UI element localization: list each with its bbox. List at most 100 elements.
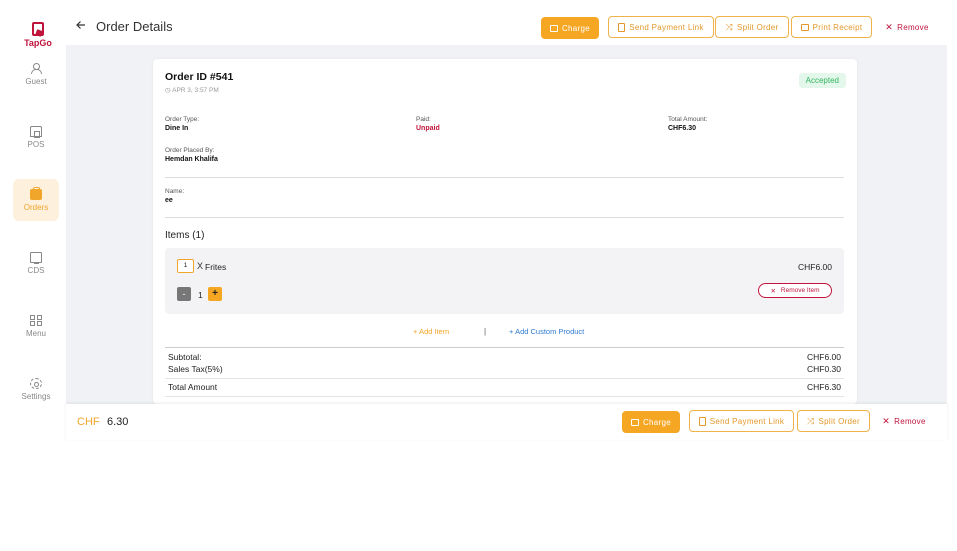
split-order-label: Split Order [818, 416, 861, 426]
monitor-icon [30, 252, 42, 264]
print-receipt-button[interactable]: Print Receipt [791, 16, 872, 38]
grid-icon [30, 315, 42, 326]
total-amount-value: CHF6.30 [668, 125, 697, 132]
store-icon [30, 126, 42, 138]
plus-icon: + [413, 327, 418, 336]
back-arrow-icon[interactable] [76, 20, 86, 30]
sidebar: TapGo Guest POS Orders CDS Menu Settings [0, 0, 66, 404]
send-payment-link-label: Send Payment Link [709, 416, 785, 426]
order-type-field: Order Type: Dine In [165, 116, 199, 132]
footer-currency: CHF [77, 416, 100, 428]
item-qty-field[interactable]: 1 [177, 259, 194, 273]
divider [165, 396, 844, 397]
add-custom-product-link[interactable]: + Add Custom Product [509, 327, 584, 336]
sidebar-item-label: Menu [25, 329, 46, 338]
tax-value: CHF0.30 [806, 364, 841, 374]
sidebar-item-label: CDS [27, 266, 45, 275]
app-root: TapGo Guest POS Orders CDS Menu Settings [0, 0, 957, 551]
tapgo-logo-icon [32, 22, 44, 36]
add-item-label: Add Item [419, 327, 450, 336]
plus-icon: + [509, 327, 514, 336]
customer-name-field: Name: ee [165, 188, 184, 204]
sidebar-item-orders[interactable]: Orders [13, 179, 59, 221]
remove-item-button[interactable]: ✕ Remove Item [758, 283, 832, 298]
times-sign: X [197, 261, 204, 271]
footer-charge-button[interactable]: Charge [622, 411, 680, 433]
close-icon: ✕ [882, 415, 891, 426]
order-date-text: APR 3, 3:57 PM [172, 87, 219, 94]
tax-row: Sales Tax(5%) CHF0.30 [168, 364, 841, 374]
charge-button[interactable]: Charge [541, 17, 599, 39]
app-logo[interactable]: TapGo [18, 22, 58, 48]
sidebar-item-label: Orders [23, 203, 49, 212]
paid-value: Unpaid [416, 125, 440, 132]
subtotal-label: Subtotal: [168, 352, 202, 362]
status-badge: Accepted [798, 73, 846, 88]
split-order-button[interactable]: ⤨ Split Order [715, 16, 789, 38]
total-label: Total Amount [168, 382, 218, 392]
charge-label: Charge [642, 417, 672, 427]
close-icon: ✕ [885, 21, 894, 32]
clock-icon: ◷ [165, 87, 171, 94]
send-payment-link-button[interactable]: Send Payment Link [608, 16, 714, 38]
order-type-value: Dine In [165, 125, 189, 132]
list-item: 1 X Frites CHF6.00 - 1 + ✕ Remove Item [165, 248, 844, 314]
placed-by-label: Order Placed By: [165, 147, 215, 154]
divider [165, 378, 844, 379]
name-value: ee [165, 197, 173, 204]
subtotal-value: CHF6.00 [806, 352, 841, 362]
sidebar-item-label: Guest [25, 77, 47, 86]
footer-split-order-button[interactable]: ⤨ Split Order [797, 410, 870, 432]
sidebar-item-settings[interactable]: Settings [13, 373, 59, 415]
divider [165, 347, 844, 348]
placed-by-field: Order Placed By: Hemdan Khalifa [165, 147, 218, 163]
subtotal-row: Subtotal: CHF6.00 [168, 352, 841, 362]
total-amount-label: Total Amount: [668, 116, 708, 123]
total-row: Total Amount CHF6.30 [168, 382, 841, 392]
send-payment-link-label: Send Payment Link [629, 22, 704, 32]
footer-amount: 6.30 [107, 416, 129, 428]
sidebar-item-label: Settings [21, 392, 51, 401]
item-name: Frites [205, 262, 227, 272]
split-order-label: Split Order [736, 22, 779, 32]
sidebar-item-label: POS [27, 140, 45, 149]
total-amount-field: Total Amount: CHF6.30 [668, 116, 707, 132]
document-icon [618, 22, 626, 32]
sidebar-item-cds[interactable]: CDS [13, 247, 59, 289]
remove-label: Remove [894, 416, 926, 426]
paid-field: Paid: Unpaid [416, 116, 440, 132]
link-separator: | [484, 327, 487, 336]
item-qty-value: 1 [198, 290, 203, 300]
increase-qty-button[interactable]: + [208, 287, 222, 301]
paid-label: Paid: [416, 116, 431, 123]
print-receipt-label: Print Receipt [812, 22, 863, 32]
name-label: Name: [165, 188, 185, 195]
wallet-icon [630, 418, 639, 426]
add-custom-product-label: Add Custom Product [515, 327, 585, 336]
order-date: ◷ APR 3, 3:57 PM [165, 86, 219, 94]
remove-item-label: Remove Item [780, 287, 820, 294]
items-title: Items (1) [165, 230, 205, 241]
gear-icon [30, 378, 42, 389]
tax-label: Sales Tax(5%) [168, 364, 223, 374]
guest-icon [30, 63, 42, 74]
footer-remove-button[interactable]: ✕ Remove [878, 410, 930, 432]
item-price: CHF6.00 [797, 262, 832, 272]
add-item-link[interactable]: + Add Item [413, 327, 449, 336]
sidebar-item-pos[interactable]: POS [13, 121, 59, 163]
logo-text: TapGo [24, 38, 52, 48]
sidebar-item-menu[interactable]: Menu [13, 310, 59, 352]
remove-label: Remove [897, 22, 929, 32]
divider [165, 177, 844, 178]
shuffle-icon: ⤨ [806, 415, 815, 426]
order-card: Order ID #541 ◷ APR 3, 3:57 PM Accepted … [153, 59, 857, 404]
wallet-icon [549, 24, 558, 32]
page-title: Order Details [96, 19, 173, 34]
sidebar-item-guest[interactable]: Guest [13, 58, 59, 100]
footer-send-payment-link-button[interactable]: Send Payment Link [689, 410, 794, 432]
shuffle-icon: ⤨ [725, 21, 733, 32]
remove-order-button[interactable]: ✕ Remove [881, 16, 933, 38]
document-icon [698, 416, 706, 426]
charge-label: Charge [561, 23, 591, 33]
decrease-qty-button[interactable]: - [177, 287, 191, 301]
